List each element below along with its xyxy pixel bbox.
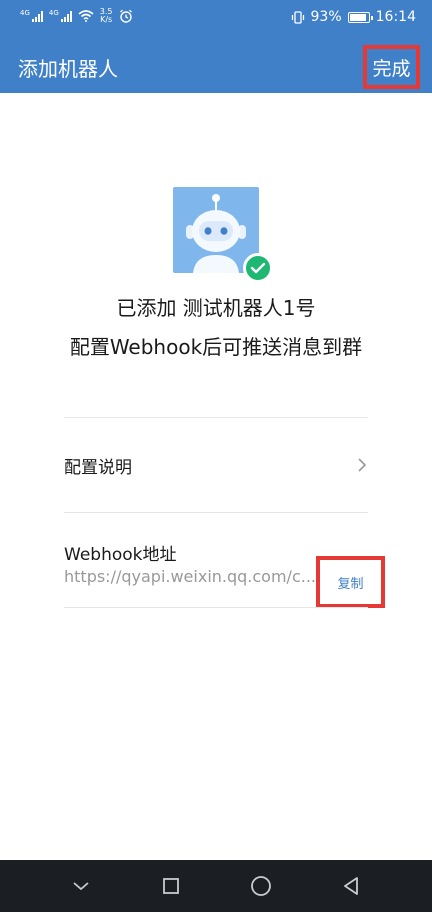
vibrate-icon bbox=[291, 10, 304, 24]
robot-avatar-container bbox=[173, 187, 273, 283]
wifi-icon bbox=[78, 10, 94, 22]
nav-back-button[interactable] bbox=[336, 871, 366, 901]
network-type-label: 4G bbox=[48, 9, 59, 17]
config-instructions-label: 配置说明 bbox=[64, 457, 132, 478]
circle-icon bbox=[251, 876, 271, 896]
alarm-icon bbox=[119, 9, 132, 23]
clock: 16:14 bbox=[375, 9, 416, 25]
divider bbox=[64, 607, 368, 608]
network-speed: 3.5 K/s bbox=[100, 8, 113, 24]
status-right: 93% 16:14 bbox=[291, 9, 416, 25]
nav-recents-button[interactable] bbox=[156, 871, 186, 901]
chevron-right-icon bbox=[358, 458, 367, 472]
done-button[interactable]: 完成 bbox=[363, 45, 420, 89]
top-app-bar: 4G 4G 3.5 K/s 93% 16:14 添加机器人 完成 bbox=[0, 0, 432, 93]
copy-button-label: 复制 bbox=[337, 576, 364, 592]
config-instructions-row[interactable]: 配置说明 bbox=[64, 418, 368, 512]
battery-icon bbox=[347, 11, 373, 23]
nav-home-button[interactable] bbox=[246, 871, 276, 901]
webhook-hint-message: 配置Webhook后可推送消息到群 bbox=[69, 335, 363, 359]
network-type-label: 4G bbox=[20, 9, 30, 17]
status-bar: 4G 4G 3.5 K/s 93% 16:14 bbox=[0, 0, 432, 36]
added-robot-message: 已添加 测试机器人1号 bbox=[116, 296, 316, 320]
done-button-label: 完成 bbox=[372, 57, 411, 80]
battery-percent: 93% bbox=[310, 9, 342, 25]
page-title: 添加机器人 bbox=[18, 57, 118, 81]
webhook-url: https://qyapi.weixin.qq.com/c... bbox=[64, 567, 316, 586]
signal-icon: 4G bbox=[49, 10, 72, 22]
webhook-title: Webhook地址 bbox=[64, 545, 177, 565]
nav-collapse-button[interactable] bbox=[66, 871, 96, 901]
signal-icon: 4G bbox=[20, 10, 43, 22]
back-triangle-icon bbox=[344, 877, 358, 895]
system-navigation-bar bbox=[0, 860, 432, 912]
added-check-icon bbox=[243, 253, 273, 283]
speed-unit: K/s bbox=[100, 15, 113, 24]
chevron-down-icon bbox=[73, 882, 89, 891]
square-icon bbox=[163, 878, 179, 894]
divider bbox=[64, 512, 368, 513]
status-left: 4G 4G 3.5 K/s bbox=[20, 8, 133, 24]
copy-button[interactable]: 复制 bbox=[316, 556, 385, 608]
